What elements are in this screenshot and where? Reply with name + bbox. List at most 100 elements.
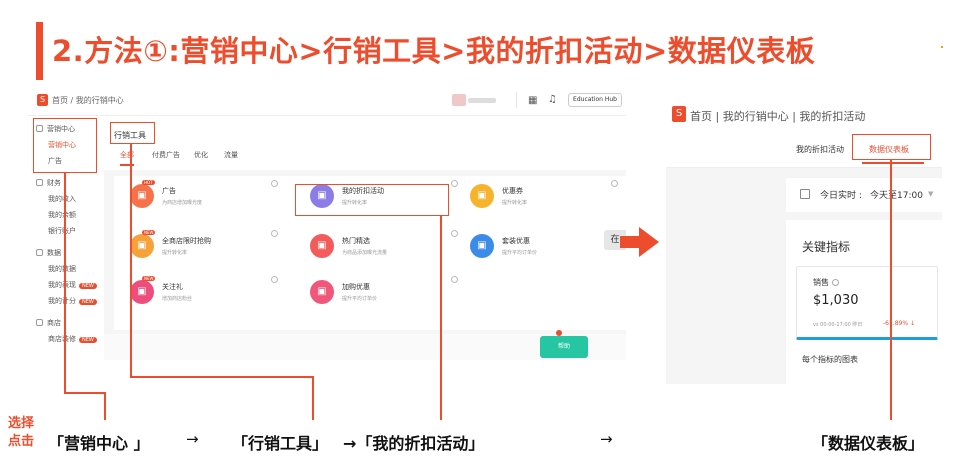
sidebar-item-label: 银行账户	[48, 227, 76, 235]
highlight-marketing-tools	[110, 122, 155, 144]
shopee-logo-icon[interactable]: S	[672, 106, 686, 122]
chevron-down-icon: ▼	[928, 190, 934, 198]
tile-desc: 为商店增加曝光度	[162, 200, 203, 206]
tile-name: 全商店限时抢购	[162, 237, 211, 245]
leader-line-my-discount	[440, 216, 442, 420]
select-label: 选择	[8, 416, 35, 431]
highlight-marketing-center	[33, 118, 97, 173]
new-badge: NEW	[79, 337, 97, 343]
active-tab-indicator	[862, 162, 924, 164]
tab-paid-ads[interactable]: 付费广告	[152, 150, 180, 160]
tile-name: 套装优惠	[502, 237, 530, 245]
big-arrow-body	[620, 236, 640, 248]
decorative-dot	[941, 46, 943, 48]
tile-desc: 为商品添加曝光流量	[342, 250, 388, 256]
caption-my-discount: →「我的折扣活动」	[343, 434, 485, 453]
caption-arrow-2: →	[600, 430, 613, 448]
sidebar-item-label: 财务	[47, 179, 61, 187]
sidebar-item[interactable]: 我的数据	[48, 264, 76, 274]
active-tab-indicator	[120, 164, 134, 166]
new-badge: NEW	[79, 299, 97, 305]
breadcrumb: 首页 / 我的行销中心	[52, 96, 124, 105]
notification-dot	[556, 330, 562, 336]
tab-traffic[interactable]: 流量	[224, 150, 238, 160]
info-icon[interactable]	[451, 276, 458, 283]
tile-desc: 提升平均订单价	[502, 250, 538, 256]
bundle-icon: ▣	[470, 234, 494, 258]
caption-marketing-center: 「营销中心 」	[48, 434, 150, 453]
sales-compare: vs 00:00-17:00 昨日	[813, 322, 863, 328]
tab-optimize[interactable]: 优化	[194, 150, 208, 160]
sidebar-item[interactable]: 数据	[36, 248, 61, 258]
leader-line-marketing-tools-v2	[312, 376, 314, 420]
leader-line-marketing-tools	[130, 144, 132, 376]
sidebar-item[interactable]: 我的余额	[48, 210, 76, 220]
realtime-value: 今天至17:00	[870, 191, 923, 201]
sidebar-item-label: 我的余额	[48, 211, 76, 219]
divider	[516, 92, 517, 108]
tile-name: 加购优惠	[342, 283, 370, 291]
sidebar-item[interactable]: 财务	[36, 178, 61, 188]
sales-label: 销售	[813, 277, 839, 288]
tile-name: 热门精选	[342, 237, 370, 245]
tool-tile[interactable]: ▣ HOT 广告 为商店增加曝光度	[124, 176, 284, 216]
marketing-tools-header: 行销工具 全部 付费广告 优化 流量	[104, 116, 626, 170]
sales-change: -61.89% ↓	[883, 320, 915, 327]
arrow-down-icon: ↓	[909, 320, 915, 327]
username-blurred	[468, 98, 496, 103]
charts-subtitle: 每个指标的图表	[802, 355, 858, 364]
sales-change-text: -61.89%	[883, 320, 909, 327]
leader-line-marketing-center-v2	[104, 392, 106, 420]
help-button[interactable]: 帮助	[540, 336, 588, 358]
sidebar-item[interactable]: 银行账户	[48, 226, 76, 236]
tool-tile[interactable]: ▣ 套装优惠提升平均订单价	[464, 226, 624, 266]
bell-icon[interactable]: ♫	[548, 94, 557, 105]
ad-icon: ▣	[130, 184, 154, 208]
tab-all[interactable]: 全部	[120, 150, 134, 160]
sidebar-item[interactable]: 我的计分 NEW	[48, 296, 97, 306]
sidebar-item[interactable]: 商店装修 NEW	[48, 334, 97, 344]
tool-tile[interactable]: ▣ NEW 全商店限时抢购 提升转化率	[124, 226, 284, 266]
sidebar-section-icon	[36, 249, 43, 256]
realtime-selector[interactable]: 今日实时 : 今天至17:00 ▼	[786, 178, 942, 212]
big-arrow-icon	[639, 227, 659, 257]
gift-icon: ▣	[130, 280, 154, 304]
info-icon[interactable]	[271, 230, 278, 237]
flash-sale-icon: ▣	[130, 234, 154, 258]
sidebar-item-label: 我的收入	[48, 195, 76, 203]
caption-marketing-tools: 「行销工具」	[232, 434, 329, 453]
tile-name: 关注礼	[162, 283, 183, 291]
avatar[interactable]	[452, 94, 466, 106]
info-icon[interactable]	[271, 276, 278, 283]
new-badge: NEW	[79, 283, 97, 289]
shopee-logo-icon[interactable]: S	[37, 94, 48, 106]
leader-line-dashboard	[890, 160, 892, 420]
sidebar-item-label: 我的数据	[48, 265, 76, 273]
education-hub-button[interactable]: Education Hub	[568, 93, 622, 107]
tool-tile[interactable]: ▣ NEW 关注礼 增加商店粉丝	[124, 272, 284, 312]
info-icon[interactable]	[611, 180, 618, 187]
sidebar-item[interactable]: 我的收入	[48, 194, 76, 204]
tile-name: 优惠券	[502, 187, 523, 195]
sidebar-item-label: 商店	[47, 319, 61, 327]
breadcrumb: 首页 | 我的行销中心 | 我的折扣活动	[690, 110, 866, 123]
highlight-my-discount	[295, 184, 449, 216]
sales-metric-card[interactable]: 销售 $1,030 vs 00:00-17:00 昨日 -61.89% ↓	[796, 266, 938, 340]
tab-my-discount[interactable]: 我的折扣活动	[796, 144, 844, 155]
sidebar-item[interactable]: 商店	[36, 318, 61, 328]
sidebar-item[interactable]: 我的表现 NEW	[48, 280, 97, 290]
tile-badge: NEW	[142, 276, 156, 281]
leader-line-marketing-center-h	[64, 392, 105, 394]
footer-bar: 帮助	[104, 334, 626, 360]
info-icon[interactable]	[451, 180, 458, 187]
click-label: 点击	[8, 434, 35, 449]
key-metrics-panel: 关键指标 销售 $1,030 vs 00:00-17:00 昨日 -61.89%…	[786, 220, 942, 384]
apps-icon[interactable]: ▦	[528, 95, 537, 106]
sidebar-item-label: 商店装修	[48, 335, 76, 343]
info-icon[interactable]	[451, 230, 458, 237]
sidebar-item-label: 我的表现	[48, 281, 76, 289]
info-icon[interactable]	[271, 180, 278, 187]
sidebar-section-icon	[36, 319, 43, 326]
tool-tile[interactable]: ▣ 优惠券 提升转化率	[464, 176, 624, 216]
leader-line-marketing-center	[64, 173, 66, 393]
